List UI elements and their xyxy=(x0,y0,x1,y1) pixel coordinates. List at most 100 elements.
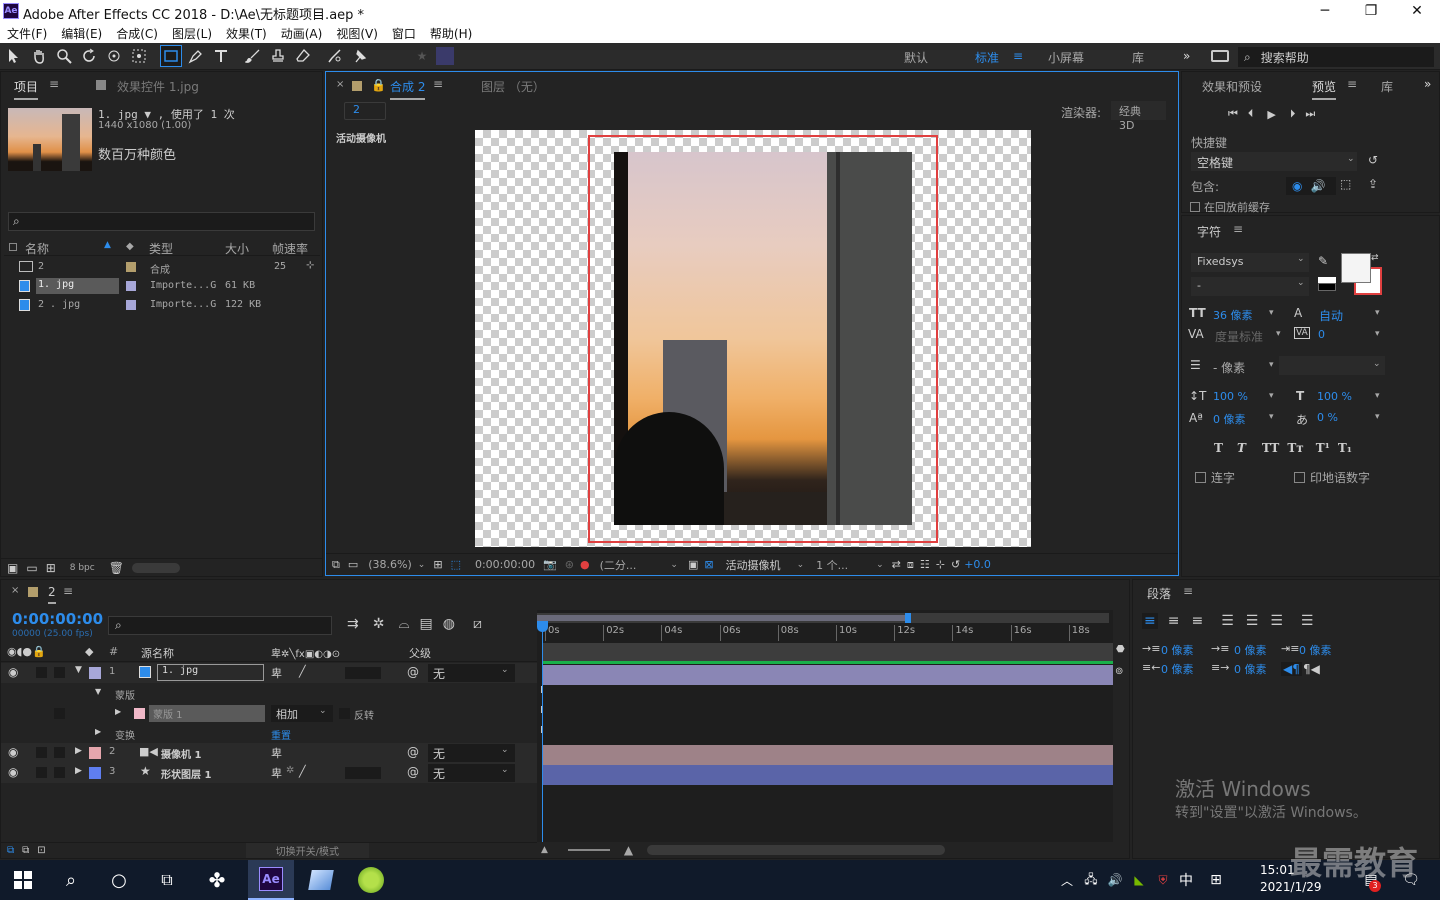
tab-timeline[interactable]: 2 xyxy=(48,585,56,604)
visibility-eye-icon[interactable]: ◉ xyxy=(8,765,18,779)
tab-library[interactable]: 库 xyxy=(1381,78,1393,95)
transparency-grid-icon[interactable]: ⊠ xyxy=(704,558,713,571)
superscript-icon[interactable]: T¹ xyxy=(1316,441,1330,455)
exposure-value[interactable]: +0.0 xyxy=(964,558,991,571)
tracking-value[interactable]: 0 xyxy=(1318,328,1325,341)
lock-icon[interactable]: 🔒 xyxy=(371,78,386,92)
reset-icon[interactable]: ↺ xyxy=(1368,153,1378,167)
col-parent[interactable]: 父级 xyxy=(409,645,431,661)
clone-stamp-tool-icon[interactable] xyxy=(267,45,289,67)
workspace-default[interactable]: 默认 xyxy=(904,49,928,66)
horizontal-scale-value[interactable]: 100 % xyxy=(1317,390,1352,403)
show-hidden-icons-icon[interactable]: ︿ xyxy=(1056,860,1078,900)
network-icon[interactable]: 🖧 xyxy=(1080,860,1102,900)
black-swatch[interactable] xyxy=(1318,283,1336,291)
chevron-down-icon[interactable]: ▾ xyxy=(1269,360,1274,370)
comp-menu-icon[interactable]: ≡ xyxy=(433,77,443,91)
after-effects-taskbar-icon[interactable]: Ae xyxy=(248,860,294,900)
invert-checkbox[interactable] xyxy=(339,708,350,719)
task-view-icon[interactable]: ⧉ xyxy=(144,860,190,900)
overlay-icon[interactable]: ⬚ xyxy=(1340,177,1351,191)
pinwheel-app-icon[interactable]: ✤ xyxy=(194,860,240,900)
ligature-checkbox[interactable] xyxy=(1195,472,1206,483)
font-family-select[interactable]: Fixedsys xyxy=(1191,253,1309,272)
all-caps-icon[interactable]: TT xyxy=(1262,441,1279,455)
project-menu-icon[interactable]: ≡ xyxy=(49,77,59,91)
hindi-digits-checkbox[interactable] xyxy=(1294,472,1305,483)
shy-switch-icon[interactable]: 卑 xyxy=(271,665,282,681)
layer-row[interactable]: ◉ ▶ 3 ★ 形状图层 1 卑 ✲ ╱ @ 无 ⌄ xyxy=(1,763,537,783)
play-icon[interactable]: ▶ xyxy=(1267,108,1275,121)
pan-behind-tool-icon[interactable] xyxy=(128,45,150,67)
current-time[interactable]: 0:00:00:00 xyxy=(475,558,535,571)
menu-composition[interactable]: 合成(C) xyxy=(116,25,158,42)
lock-switch[interactable] xyxy=(54,667,65,678)
reset-exposure-icon[interactable]: ↺ xyxy=(951,558,960,571)
puppet-pin-tool-icon[interactable] xyxy=(349,45,371,67)
show-snapshot-icon[interactable]: ⊛ xyxy=(565,558,574,571)
file-explorer-icon[interactable] xyxy=(298,860,344,900)
vertical-scale-value[interactable]: 100 % xyxy=(1213,390,1248,403)
chevron-down-icon[interactable]: ⌄ xyxy=(1347,154,1355,164)
tsume-value[interactable]: 0 % xyxy=(1317,411,1338,424)
chevron-down-icon[interactable]: ⌄ xyxy=(501,765,509,775)
selection-tool-icon[interactable] xyxy=(3,45,25,67)
menu-file[interactable]: 文件(F) xyxy=(7,25,47,42)
timeline-track-area[interactable]: 0s02s04s06s08s10s12s14s16s18s I I I ▲ ▲ xyxy=(537,610,1113,858)
font-size-value[interactable]: 36 像素 xyxy=(1213,307,1253,323)
character-menu-icon[interactable]: ≡ xyxy=(1233,222,1243,236)
reset-transform-link[interactable]: 重置 xyxy=(271,727,291,742)
expand-arrow-icon[interactable]: ▶ xyxy=(75,766,82,776)
kerning-value[interactable]: 度量标准 xyxy=(1215,328,1263,345)
channel-icon[interactable]: ● xyxy=(580,558,590,571)
timeline-icon[interactable]: ☷ xyxy=(920,558,930,571)
workspace-small-screen[interactable]: 小屏幕 xyxy=(1048,49,1084,66)
layer-bar-1[interactable] xyxy=(543,665,1113,685)
indent-first-line-value[interactable]: 0 像素 xyxy=(1299,642,1332,658)
collapse-arrow-icon[interactable]: ▼ xyxy=(75,665,82,675)
layer-row[interactable]: ◉ ▶ 2 ■◀ 摄像机 1 卑 @ 无 ⌄ xyxy=(1,743,537,763)
project-search-input[interactable]: ⌕ xyxy=(8,212,315,231)
justify-left-icon[interactable]: ☰ xyxy=(1221,613,1234,629)
hand-tool-icon[interactable] xyxy=(28,45,50,67)
col-type[interactable]: 类型 xyxy=(149,240,173,257)
collapse-switch-icon[interactable]: ✲ xyxy=(286,765,294,776)
chevron-down-icon[interactable]: ⌄ xyxy=(670,560,678,570)
composition-flowchart-icon[interactable]: ⇉ xyxy=(347,616,359,632)
rectangle-tool-icon[interactable] xyxy=(160,45,182,67)
project-row[interactable]: 1. jpg Importe...G 61 KB xyxy=(4,278,320,296)
rotate-tool-icon[interactable] xyxy=(78,45,100,67)
mask-group-row[interactable]: ▼ 蒙版 xyxy=(1,684,537,704)
indent-right-value[interactable]: 0 像素 xyxy=(1161,661,1194,677)
comp-viewer-canvas[interactable] xyxy=(475,130,1031,547)
close-button[interactable]: ✕ xyxy=(1394,0,1440,23)
solo-switch[interactable] xyxy=(36,767,47,778)
view-layout-select[interactable]: 1 个... xyxy=(816,557,848,573)
thumbnail-slider[interactable] xyxy=(131,562,180,573)
solo-switch[interactable] xyxy=(36,667,47,678)
project-row[interactable]: 2 . jpg Importe...G 122 KB xyxy=(4,297,320,315)
layer-marker-icon[interactable]: ⊚ xyxy=(1115,666,1123,677)
pickwhip-icon[interactable]: @ xyxy=(407,665,419,679)
renderer-select[interactable]: 经典 3D xyxy=(1111,101,1166,132)
windows-start-icon[interactable] xyxy=(0,860,46,900)
mask-path-outline[interactable] xyxy=(588,135,938,543)
menu-help[interactable]: 帮助(H) xyxy=(430,25,472,42)
close-tab-icon[interactable]: × xyxy=(11,585,19,596)
ligature-checkbox-row[interactable]: 连字 xyxy=(1195,469,1235,486)
frame-blending-icon[interactable]: ▤ xyxy=(420,616,433,632)
interpret-footage-icon[interactable]: ▣ xyxy=(7,561,18,575)
chevron-down-icon[interactable]: ⌄ xyxy=(876,560,884,570)
col-fps[interactable]: 帧速率 xyxy=(272,240,308,257)
mask-row[interactable]: ▶ 蒙版 1 相加 ⌄ 反转 xyxy=(1,704,537,724)
timeline-scrollbar[interactable] xyxy=(647,845,946,855)
flowchart-icon[interactable]: ⊹ xyxy=(936,558,945,571)
layer-name[interactable]: 形状图层 1 xyxy=(161,766,211,781)
chevron-down-icon[interactable]: ▾ xyxy=(1375,412,1380,422)
layer-bar-3[interactable] xyxy=(543,765,1113,785)
close-tab-icon[interactable]: × xyxy=(336,79,344,90)
sync-settings-icon[interactable] xyxy=(1211,50,1229,62)
time-ruler[interactable]: 0s 02s 04s 06s 08s 10s 12s 14s 16s 18s xyxy=(537,624,1113,642)
timeline-search-input[interactable]: ⌕ xyxy=(108,616,332,635)
shy-switch-icon[interactable]: 卑 xyxy=(271,765,282,781)
